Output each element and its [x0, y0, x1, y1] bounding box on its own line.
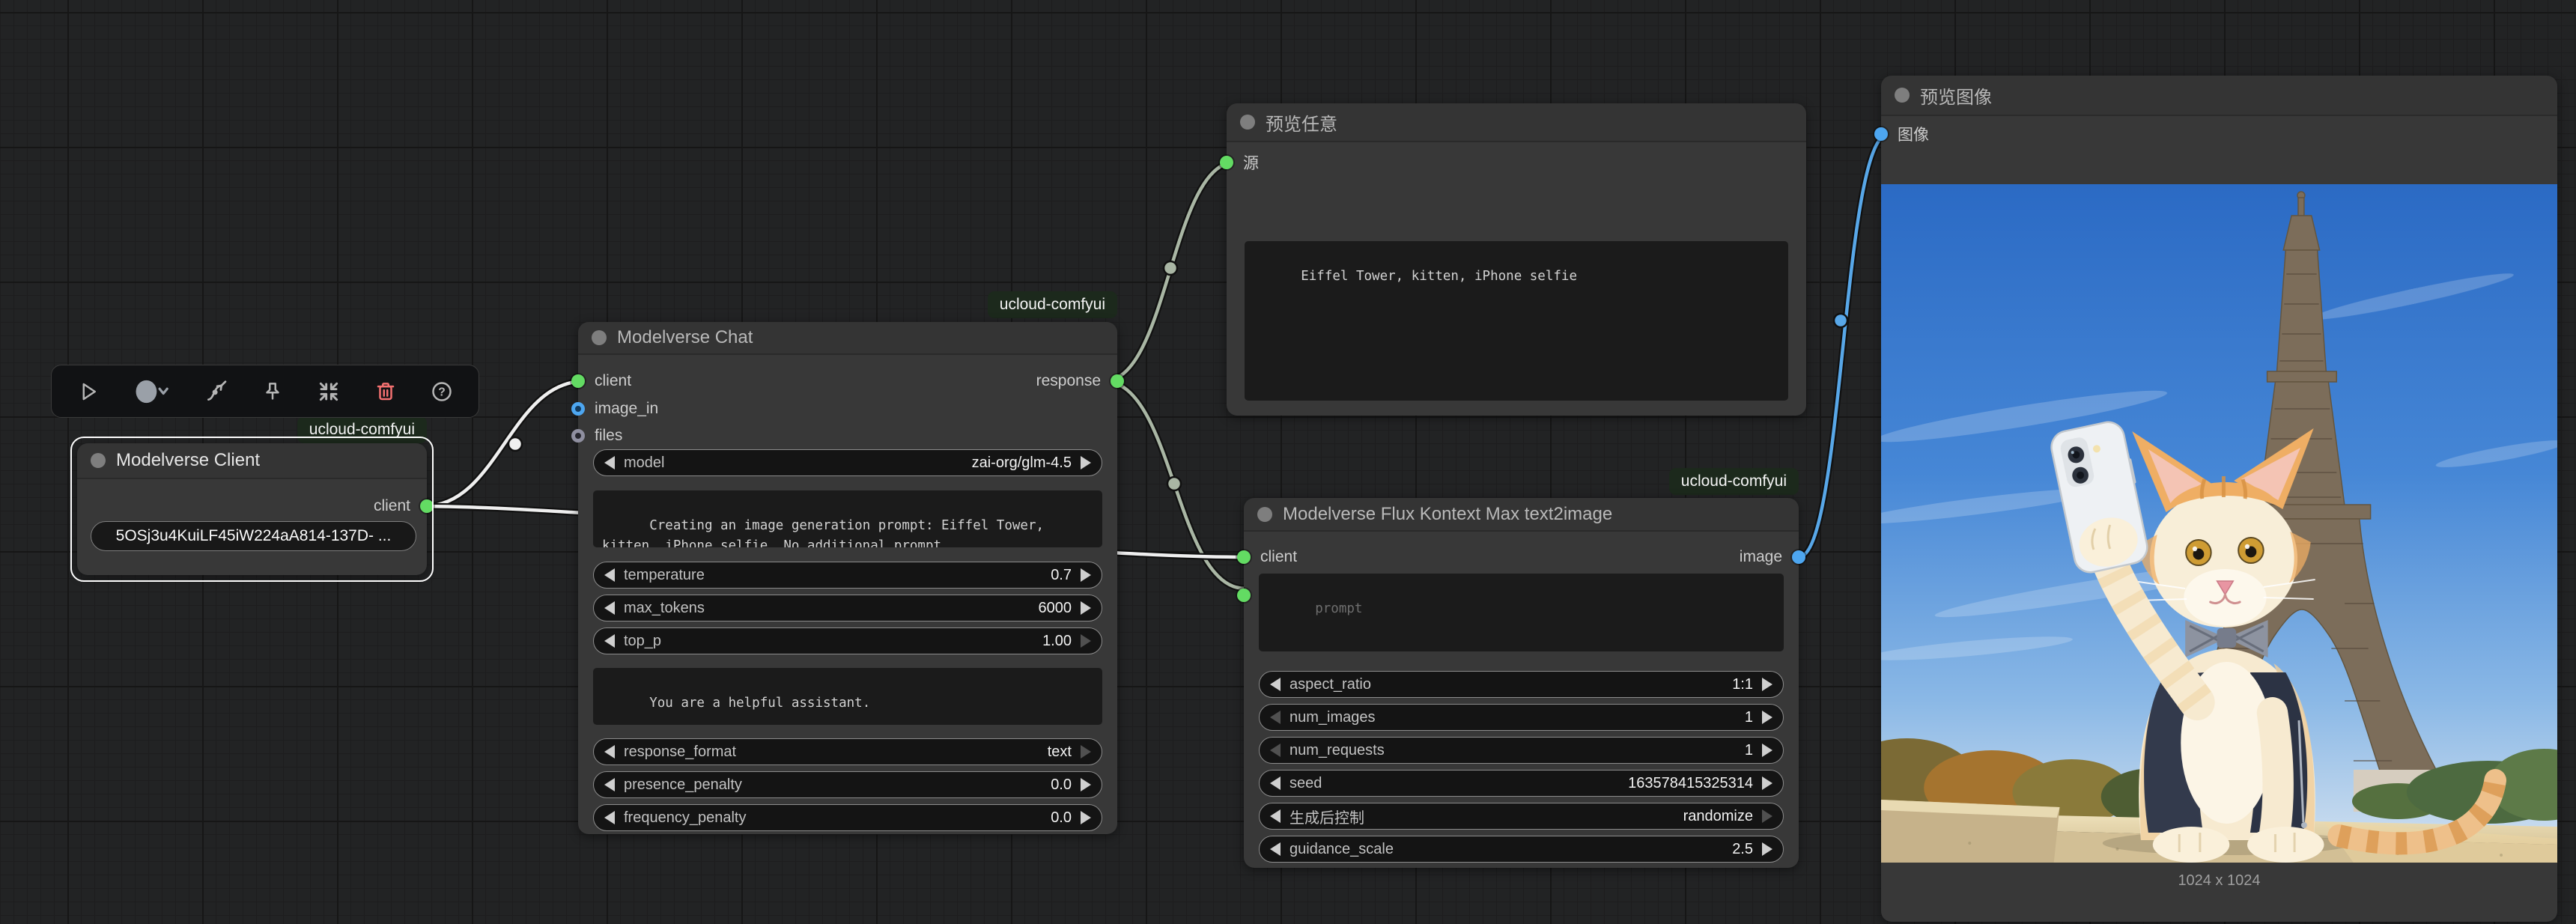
prev-value-icon[interactable] — [604, 634, 615, 648]
widget-seed[interactable]: seed 163578415325314 — [1259, 770, 1784, 797]
widget-guidance-scale[interactable]: guidance_scale 2.5 — [1259, 836, 1784, 863]
graph-canvas[interactable]: ? ucloud-comfyui ucloud-comfyui ucloud-c… — [0, 0, 2576, 924]
output-socket-image[interactable] — [1792, 550, 1805, 564]
next-value-icon[interactable] — [1081, 456, 1091, 469]
input-socket-source[interactable] — [1220, 156, 1233, 169]
preview-image-kitten-eiffel-selfie — [1881, 184, 2557, 863]
node-title: 预览图像 — [1920, 82, 1992, 109]
next-value-icon[interactable] — [1081, 601, 1091, 615]
widget-top-p[interactable]: top_p 1.00 — [593, 627, 1102, 654]
pin-icon[interactable] — [252, 371, 293, 412]
node-flux-kontext[interactable]: Modelverse Flux Kontext Max text2image c… — [1244, 498, 1799, 868]
next-value-icon[interactable] — [1081, 568, 1091, 582]
prompt-textarea[interactable]: Creating an image generation prompt: Eif… — [593, 490, 1102, 547]
prev-value-icon[interactable] — [1270, 711, 1281, 724]
api-key-widget[interactable]: 5OSj3u4KuiLF45iW224aA814-137D- ... — [91, 521, 416, 551]
run-icon[interactable] — [68, 371, 109, 412]
widget-temperature[interactable]: temperature 0.7 — [593, 562, 1102, 589]
help-icon[interactable]: ? — [422, 371, 462, 412]
next-value-icon[interactable] — [1762, 678, 1772, 691]
svg-text:?: ? — [438, 386, 446, 398]
system-prompt-textarea[interactable]: You are a helpful assistant. — [593, 668, 1102, 725]
color-circle-icon[interactable] — [124, 371, 180, 412]
node-title: Modelverse Flux Kontext Max text2image — [1283, 504, 1612, 525]
node-pack-badge: ucloud-comfyui — [297, 416, 427, 443]
widget-control-after-generate[interactable]: 生成后控制 randomize — [1259, 803, 1784, 830]
node-status-dot — [1240, 115, 1255, 130]
widget-max-tokens[interactable]: max_tokens 6000 — [593, 595, 1102, 621]
next-value-icon[interactable] — [1081, 811, 1091, 824]
next-value-icon[interactable] — [1081, 634, 1091, 648]
node-status-dot — [1257, 507, 1272, 522]
prev-value-icon[interactable] — [604, 778, 615, 791]
next-value-icon[interactable] — [1762, 842, 1772, 856]
prompt-textarea[interactable]: prompt — [1259, 574, 1784, 651]
output-socket-client[interactable] — [420, 499, 434, 513]
prev-value-icon[interactable] — [1270, 678, 1281, 691]
prev-value-icon[interactable] — [604, 456, 615, 469]
widget-frequency-penalty[interactable]: frequency_penalty 0.0 — [593, 804, 1102, 831]
node-status-dot — [91, 453, 106, 468]
prev-value-icon[interactable] — [604, 601, 615, 615]
input-socket-image[interactable] — [1874, 127, 1888, 141]
output-row: client — [77, 493, 427, 520]
socket-row: client response — [578, 368, 1117, 395]
node-pack-badge: ucloud-comfyui — [988, 291, 1117, 318]
node-modelverse-chat[interactable]: Modelverse Chat client response image_in… — [578, 322, 1117, 834]
widget-presence-penalty[interactable]: presence_penalty 0.0 — [593, 771, 1102, 798]
node-title: Modelverse Chat — [617, 327, 753, 348]
widget-model[interactable]: model zai-org/glm-4.5 — [593, 449, 1102, 476]
node-header[interactable]: Modelverse Flux Kontext Max text2image — [1244, 498, 1799, 532]
node-header[interactable]: Modelverse Client — [77, 443, 427, 479]
node-header[interactable]: 预览任意 — [1227, 103, 1806, 142]
node-header[interactable]: 预览图像 — [1881, 76, 2557, 116]
input-socket-files[interactable] — [571, 429, 585, 443]
image-dimensions-caption: 1024 x 1024 — [1881, 872, 2557, 890]
node-title: Modelverse Client — [116, 450, 260, 471]
next-value-icon[interactable] — [1762, 744, 1772, 757]
prev-value-icon[interactable] — [1270, 776, 1281, 790]
node-title: 预览任意 — [1266, 109, 1337, 136]
next-value-icon[interactable] — [1762, 776, 1772, 790]
prev-value-icon[interactable] — [1270, 842, 1281, 856]
socket-row: image_in — [578, 395, 1117, 422]
node-modelverse-client[interactable]: Modelverse Client client 5OSj3u4KuiLF45i… — [77, 443, 427, 575]
prev-value-icon[interactable] — [604, 568, 615, 582]
socket-row: 图像 — [1881, 121, 2557, 148]
socket-row: 源 — [1227, 149, 1806, 176]
collapse-icon[interactable] — [309, 371, 349, 412]
node-preview-any[interactable]: 预览任意 源 Eiffel Tower, kitten, iPhone self… — [1227, 103, 1806, 416]
next-value-icon[interactable] — [1762, 809, 1772, 823]
node-preview-image[interactable]: 预览图像 图像 — [1881, 76, 2557, 922]
prev-value-icon[interactable] — [1270, 809, 1281, 823]
node-pack-badge: ucloud-comfyui — [1669, 468, 1799, 495]
prev-value-icon[interactable] — [604, 745, 615, 759]
next-value-icon[interactable] — [1081, 745, 1091, 759]
input-socket-prompt[interactable] — [1237, 589, 1251, 602]
socket-row: client image — [1244, 544, 1799, 571]
preview-text[interactable]: Eiffel Tower, kitten, iPhone selfie — [1245, 241, 1788, 401]
widget-response-format[interactable]: response_format text — [593, 738, 1102, 765]
reroute-curve-icon[interactable] — [196, 371, 237, 412]
input-socket-image-in[interactable] — [571, 402, 585, 416]
widget-num-images[interactable]: num_images 1 — [1259, 704, 1784, 731]
widget-aspect-ratio[interactable]: aspect_ratio 1:1 — [1259, 671, 1784, 698]
input-socket-client[interactable] — [571, 374, 585, 388]
node-status-dot — [592, 330, 607, 345]
prev-value-icon[interactable] — [1270, 744, 1281, 757]
prev-value-icon[interactable] — [604, 811, 615, 824]
node-status-dot — [1895, 88, 1910, 103]
widget-num-requests[interactable]: num_requests 1 — [1259, 737, 1784, 764]
input-socket-client[interactable] — [1237, 550, 1251, 564]
node-header[interactable]: Modelverse Chat — [578, 322, 1117, 355]
output-socket-response[interactable] — [1111, 374, 1124, 388]
socket-row: files — [578, 422, 1117, 449]
next-value-icon[interactable] — [1762, 711, 1772, 724]
delete-icon[interactable] — [365, 371, 406, 412]
selection-toolbox: ? — [51, 365, 479, 418]
next-value-icon[interactable] — [1081, 778, 1091, 791]
